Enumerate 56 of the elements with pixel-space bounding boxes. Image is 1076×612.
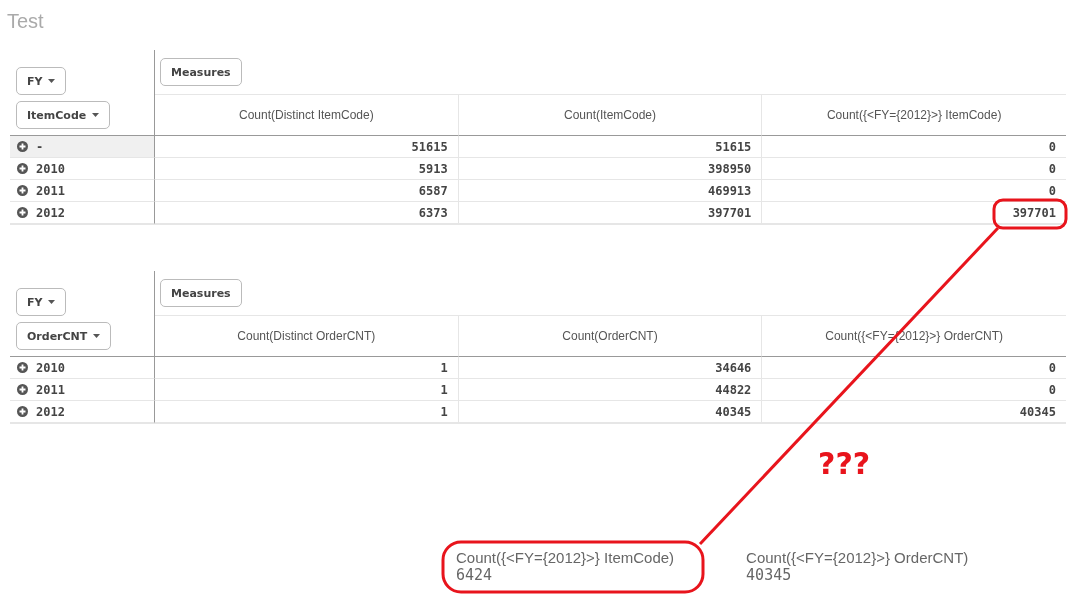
column-header: Count({<FY={2012}>} ItemCode) xyxy=(762,95,1066,136)
measures-button[interactable]: Measures xyxy=(160,58,242,86)
column-header: Count(OrderCNT) xyxy=(458,316,763,357)
dimension-button[interactable]: ItemCode xyxy=(16,101,111,129)
annotation-text: ??? xyxy=(818,446,871,481)
table-cell: 51615 xyxy=(458,136,763,158)
table-cell: 1 xyxy=(155,401,459,423)
table-cell: 1 xyxy=(155,357,459,379)
dimension-button[interactable]: OrderCNT xyxy=(16,322,112,350)
expand-icon[interactable] xyxy=(17,362,28,373)
table-cell: 397701 xyxy=(762,202,1066,224)
kpi-value: 6424 xyxy=(456,566,494,584)
table-cell: 6587 xyxy=(155,180,459,202)
measures-button[interactable]: Measures xyxy=(160,279,242,307)
table-cell: 0 xyxy=(762,158,1066,180)
expand-icon[interactable] xyxy=(17,384,28,395)
caret-icon xyxy=(92,113,100,117)
dimension-value: 2011 xyxy=(36,382,65,397)
table-cell: 1 xyxy=(155,379,459,401)
dimension-value: 2012 xyxy=(36,205,65,220)
table-cell: 6373 xyxy=(155,202,459,224)
dimension-value: 2012 xyxy=(36,404,65,419)
sheet-title: Test xyxy=(7,10,45,34)
caret-icon xyxy=(48,79,56,83)
table-cell: 0 xyxy=(762,379,1066,401)
dimension-value: 2010 xyxy=(36,161,65,176)
caret-icon xyxy=(93,334,101,338)
table-cell: 0 xyxy=(762,357,1066,379)
expand-icon[interactable] xyxy=(17,185,28,196)
expand-icon[interactable] xyxy=(17,207,28,218)
kpi-title: Count({<FY={2012}>} OrderCNT) xyxy=(746,549,969,566)
dimension-button[interactable]: FY xyxy=(16,67,67,95)
table-cell: 40345 xyxy=(762,401,1066,423)
dimension-value: - xyxy=(36,139,44,154)
caret-icon xyxy=(48,300,56,304)
table-cell: 469913 xyxy=(458,180,763,202)
table-cell: 0 xyxy=(762,180,1066,202)
column-header: Count(Distinct OrderCNT) xyxy=(155,316,459,357)
dimension-button[interactable]: FY xyxy=(16,288,67,316)
dimension-value: 2010 xyxy=(36,360,65,375)
table-cell: 5913 xyxy=(155,158,459,180)
dimension-value: 2011 xyxy=(36,183,65,198)
table-cell: 51615 xyxy=(155,136,459,158)
table-cell: 40345 xyxy=(458,401,763,423)
table-cell: 398950 xyxy=(458,158,763,180)
table-cell: 0 xyxy=(762,136,1066,158)
table-cell: 34646 xyxy=(458,357,763,379)
kpi-value: 40345 xyxy=(746,566,793,584)
kpi-title: Count({<FY={2012}>} ItemCode) xyxy=(456,549,675,566)
expand-icon[interactable] xyxy=(17,406,28,417)
column-header: Count(Distinct ItemCode) xyxy=(155,95,459,136)
expand-icon[interactable] xyxy=(17,141,28,152)
expand-icon[interactable] xyxy=(17,163,28,174)
table-cell: 397701 xyxy=(458,202,763,224)
column-header: Count(ItemCode) xyxy=(458,95,763,136)
table-cell: 44822 xyxy=(458,379,763,401)
